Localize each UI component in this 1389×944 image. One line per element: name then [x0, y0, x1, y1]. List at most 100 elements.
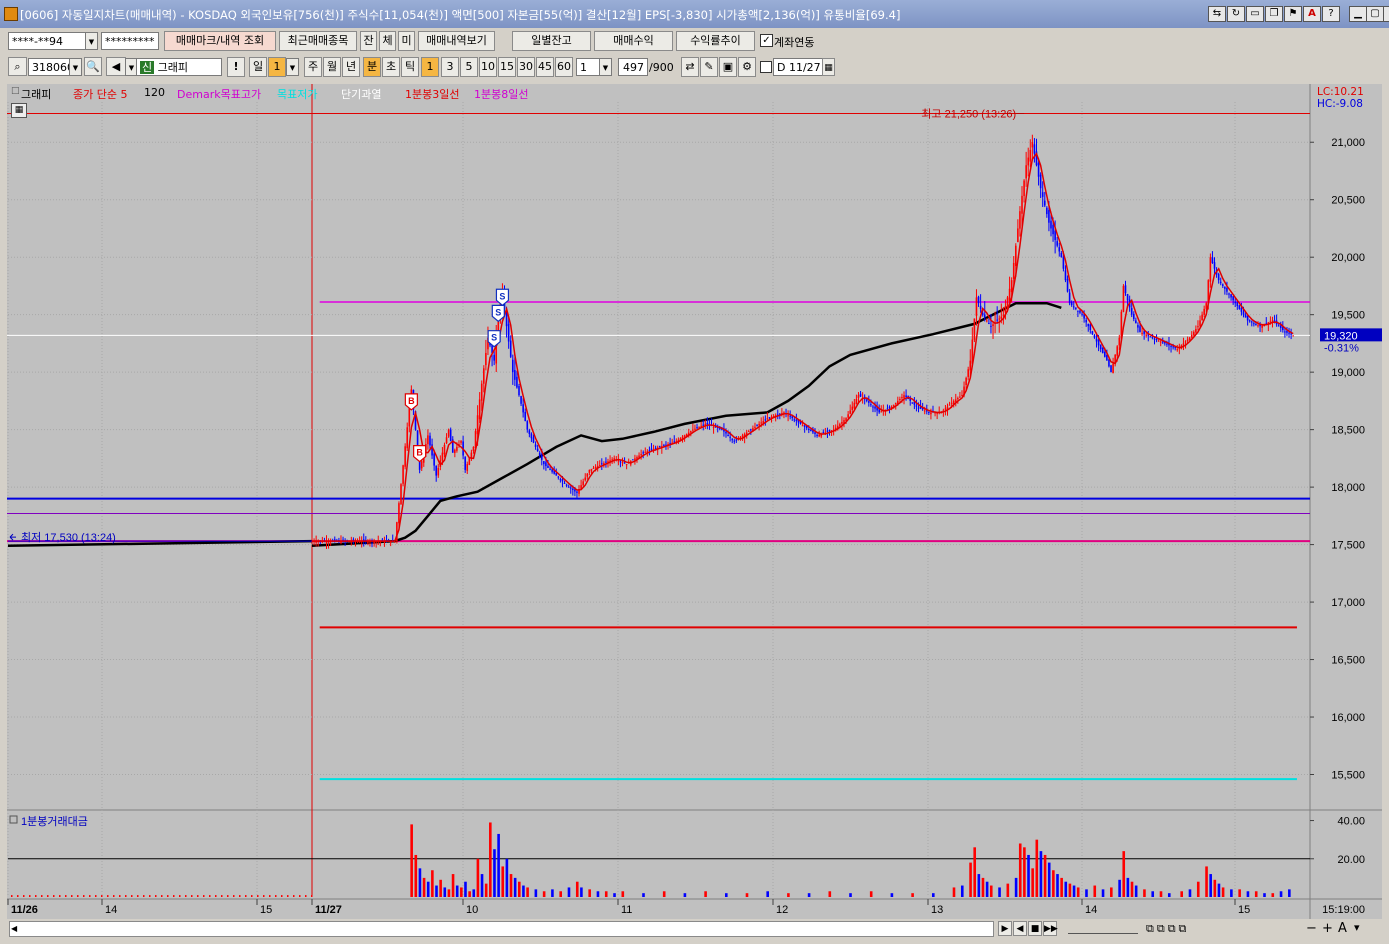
nav-stop-icon[interactable]: ■ [1028, 921, 1042, 936]
candle-body [1101, 347, 1104, 353]
nav-next-icon[interactable]: ▶ [998, 921, 1012, 936]
period-month-button[interactable]: 월 [323, 57, 341, 77]
chevron-down-icon[interactable]: ▾ [1354, 921, 1360, 934]
zoom-in-button[interactable]: + [1322, 921, 1333, 936]
close-icon[interactable] [1383, 6, 1389, 22]
unfilled-button[interactable]: 미 [398, 31, 415, 51]
minute-30-button[interactable]: 30 [517, 57, 535, 77]
arrows-icon[interactable]: ⇄ [681, 57, 699, 77]
candle-body [853, 402, 856, 409]
x-tick-label: 15 [260, 904, 272, 916]
chevron-down-icon[interactable]: ▼ [69, 58, 82, 76]
minute-15-button[interactable]: 15 [498, 57, 516, 77]
alert-icon[interactable]: A [1303, 6, 1321, 22]
period-day-count[interactable]: 1 [268, 57, 286, 77]
trade-profit-button[interactable]: 매매수익 [594, 31, 673, 51]
volume-bar [1056, 874, 1059, 897]
stock-search-icon[interactable]: ⌕ [8, 57, 27, 76]
legend-item[interactable]: 단기과열 [341, 86, 381, 102]
link-icon[interactable]: ⇆ [1208, 6, 1226, 22]
bar-count-field[interactable]: 497 [618, 58, 648, 76]
legend-item[interactable]: 1분봉3일선 [405, 86, 459, 102]
speaker-icon[interactable]: ◀ [106, 57, 126, 76]
legend-item[interactable]: 1분봉8일선 [474, 86, 528, 102]
balance-button[interactable]: 잔 [360, 31, 377, 51]
candle-body [1097, 339, 1100, 346]
account-link-checkbox[interactable]: ✓ [760, 34, 773, 47]
legend-item[interactable]: 120 [144, 86, 165, 99]
account-select[interactable]: ****-**94 [8, 32, 86, 50]
minimize-icon[interactable]: ▁ [1349, 6, 1367, 22]
minute-5-button[interactable]: 5 [460, 57, 478, 77]
volume-bar [23, 895, 25, 897]
password-field[interactable]: ********* [101, 32, 159, 50]
date-checkbox[interactable] [760, 61, 772, 73]
volume-bar [155, 895, 157, 897]
trade-history-button[interactable]: 매매내역보기 [418, 31, 495, 51]
zoom-out-button[interactable]: − [1306, 921, 1317, 936]
executed-button[interactable]: 체 [379, 31, 396, 51]
chart-tool-icon[interactable]: ✎ [700, 57, 718, 77]
legend-item[interactable]: 그래피 [21, 86, 51, 102]
period-day-button[interactable]: 일 [249, 57, 267, 77]
chevron-down-icon[interactable]: ▼ [599, 58, 612, 76]
help-icon[interactable]: ? [1322, 6, 1340, 22]
auto-scale-button[interactable]: A [1338, 921, 1347, 936]
save-icon[interactable]: ▣ [719, 57, 737, 77]
candle-body [516, 376, 518, 388]
exclamation-icon[interactable]: ! [227, 57, 245, 77]
horizontal-scrollbar[interactable]: ◀ [9, 921, 994, 937]
nav-end-icon[interactable]: ▶▶ [1043, 921, 1058, 936]
grid-icon[interactable]: ▦ [11, 103, 27, 118]
minute-60-button[interactable]: 60 [555, 57, 573, 77]
daily-balance-button[interactable]: 일별잔고 [512, 31, 591, 51]
y-tick-label: 15,500 [1331, 770, 1365, 782]
volume-bar [311, 895, 313, 897]
stock-code-field[interactable]: 318060 [28, 58, 70, 76]
trade-mark-query-button[interactable]: 매매마크/내역 조회 [164, 31, 276, 51]
minute-1-button[interactable]: 1 [421, 57, 439, 77]
gear-icon[interactable]: ⚙ [738, 57, 756, 77]
period-second-button[interactable]: 초 [382, 57, 400, 77]
chevron-down-icon[interactable]: ▼ [85, 32, 98, 50]
minute-45-button[interactable]: 45 [536, 57, 554, 77]
price-chart[interactable]: 21,000 20,500 20,000 19,500 19,000 18,500 18,0… [7, 84, 1382, 920]
chevron-down-icon[interactable]: ▼ [286, 58, 299, 76]
y-tick-label: 17,500 [1331, 540, 1365, 552]
window-icon[interactable]: ❐ [1265, 6, 1283, 22]
candle-body [1213, 262, 1216, 269]
period-minute-button[interactable]: 분 [363, 57, 381, 77]
refresh-icon[interactable]: ↻ [1227, 6, 1245, 22]
nav-prev-icon[interactable]: ◀ [1013, 921, 1027, 936]
candle-body [590, 468, 593, 471]
volume-bar [1043, 854, 1047, 897]
candle-body [404, 446, 406, 467]
candle-body [954, 399, 957, 402]
candle-body [572, 488, 574, 490]
return-trend-button[interactable]: 수익률추이 [676, 31, 755, 51]
period-year-button[interactable]: 년 [342, 57, 360, 77]
chart-area[interactable]: 21,000 20,500 20,000 19,500 19,000 18,500 18,0… [7, 84, 1382, 920]
screen-icon[interactable]: ▭ [1246, 6, 1264, 22]
restore-icon[interactable]: ▢ [1366, 6, 1384, 22]
interval-field[interactable]: 1 [576, 58, 600, 76]
period-week-button[interactable]: 주 [304, 57, 322, 77]
candle-body [520, 396, 522, 404]
window-layout-icons[interactable]: ⧉⧉⧉⧉ [1146, 922, 1189, 936]
legend-item[interactable]: 종가 단순 5 [73, 86, 127, 102]
candle-body [1257, 325, 1259, 327]
candle-body [998, 318, 1001, 320]
calendar-icon[interactable]: ▦ [822, 58, 835, 76]
zoom-slider[interactable] [1068, 925, 1138, 934]
search-icon[interactable]: 🔍 [84, 57, 102, 76]
recent-trade-button[interactable]: 최근매매종목 [279, 31, 357, 51]
flag-icon[interactable]: ⚑ [1284, 6, 1302, 22]
stock-name-field[interactable]: 신 그래피 [136, 58, 222, 76]
scroll-left-icon[interactable]: ◀ [11, 923, 22, 935]
candle-body [644, 451, 647, 453]
minute-10-button[interactable]: 10 [479, 57, 497, 77]
legend-item[interactable]: Demark목표고가 [177, 86, 261, 102]
minute-3-button[interactable]: 3 [441, 57, 459, 77]
legend-item[interactable]: 목표저가 [277, 86, 317, 102]
period-tick-button[interactable]: 틱 [401, 57, 419, 77]
